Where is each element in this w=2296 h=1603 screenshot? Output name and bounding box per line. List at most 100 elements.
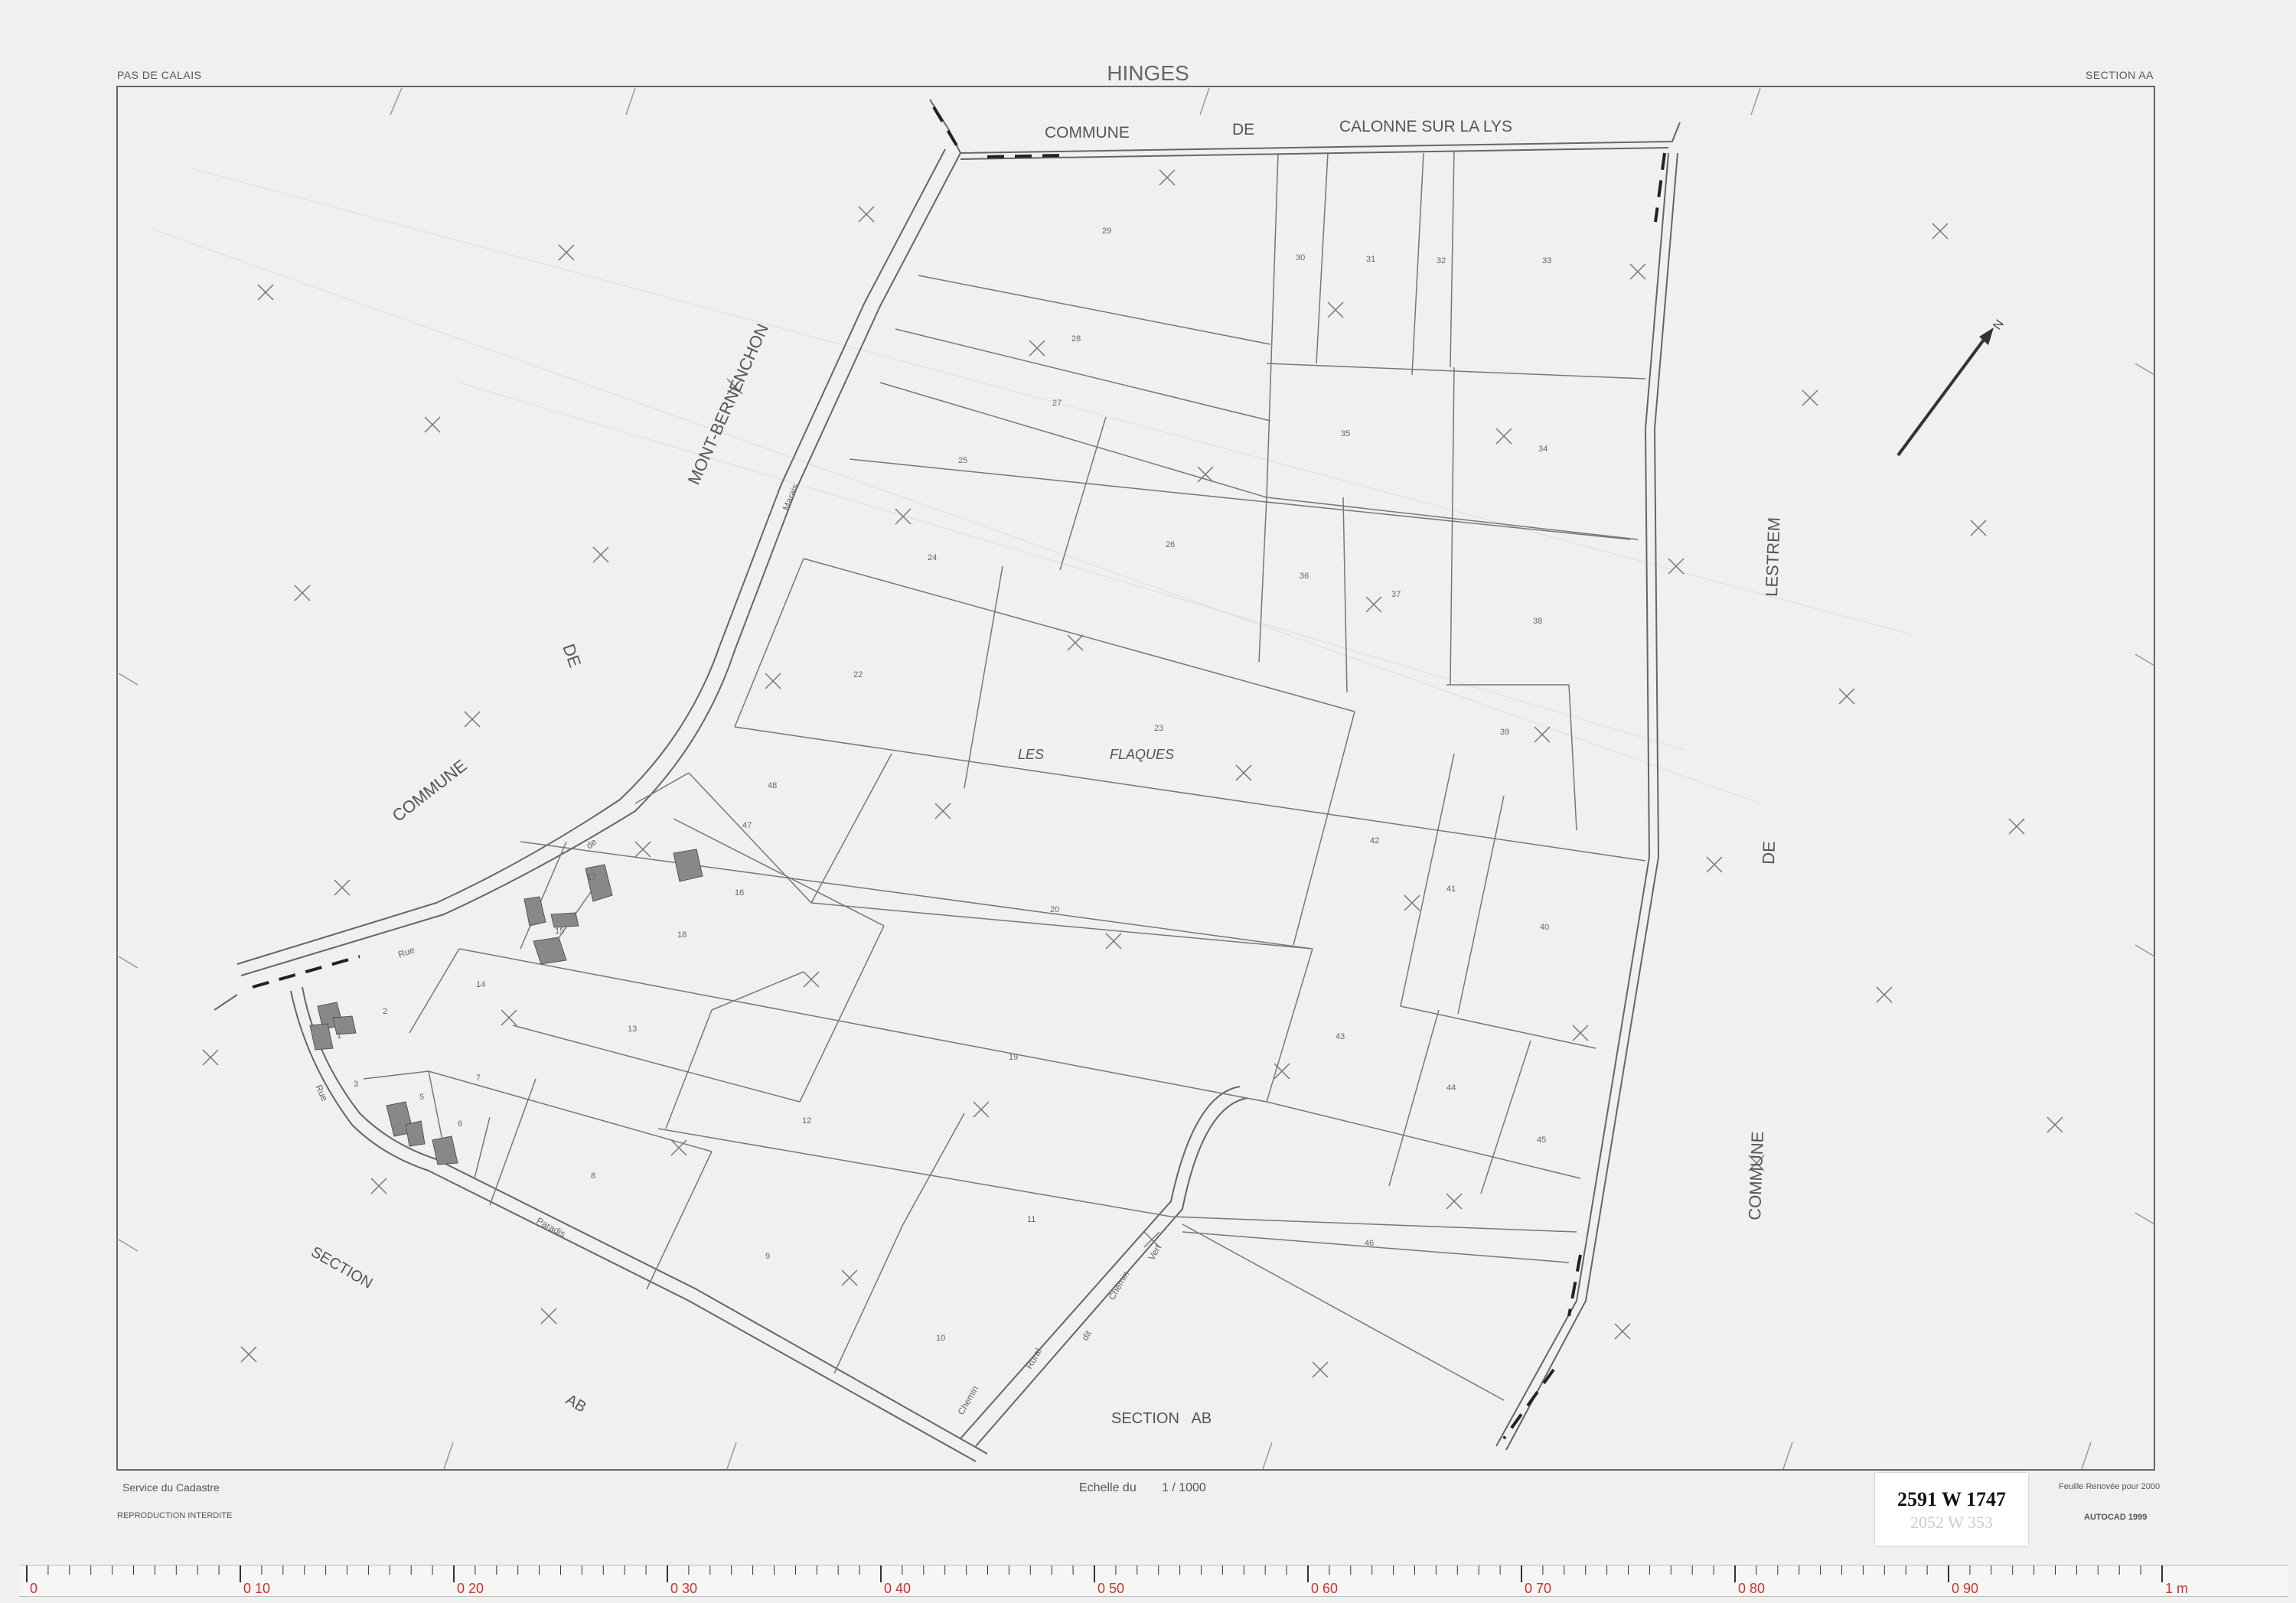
building (405, 1120, 426, 1147)
archive-label-sub: 2052 W 353 (1910, 1513, 1993, 1532)
ruler-label: 0 70 (1525, 1581, 1551, 1596)
ruler-label: 0 30 (670, 1581, 697, 1596)
section-ab-left-1: SECTION (308, 1243, 376, 1292)
lestrem-label-2: DE (1759, 841, 1779, 865)
ruler-label: 0 90 (1952, 1581, 1978, 1596)
parcel-number: 16 (735, 888, 744, 898)
rue-label-2: de (584, 836, 598, 851)
mont-label-1: COMMUNE (389, 756, 471, 826)
parcel-number: 13 (628, 1025, 637, 1034)
parcel-number: 18 (677, 930, 687, 940)
ruler-label: 1 m (2165, 1581, 2188, 1596)
ruler-label: 0 40 (884, 1581, 911, 1596)
parcel-numbers: 1 2 3 5 6 7 8 9 10 11 12 13 14 15 16 17 … (337, 226, 1551, 1343)
parcel-number: 47 (742, 821, 752, 830)
feuille-renovee-label: Feuille Renovée pour 2000 (2059, 1482, 2161, 1491)
lestrem-label-3: LESTREM (1762, 516, 1784, 597)
parcel-number: 35 (1341, 429, 1350, 438)
parcel-number: 27 (1052, 399, 1062, 408)
north-arrow-icon: N (1896, 318, 2007, 457)
parcel-number: 10 (936, 1334, 945, 1343)
parcel-number: 14 (476, 980, 485, 989)
parcel-number: 45 (1537, 1135, 1546, 1145)
archive-label-main: 2591 W 1747 (1896, 1488, 2007, 1510)
parcel-number: 7 (476, 1074, 481, 1083)
parcel-number: 23 (1154, 724, 1163, 733)
archive-label: 2591 W 1747 2052 W 353 (1875, 1473, 2028, 1546)
building (585, 864, 613, 902)
ruler-label: 0 20 (457, 1581, 484, 1596)
service-cadastre-label: Service du Cadastre (122, 1481, 220, 1494)
parcel-number: 32 (1437, 256, 1446, 266)
scale-value: 1 / 1000 (1162, 1481, 1206, 1494)
cadastral-sheet: PAS DE CALAIS HINGES SECTION AA N COMMUN… (0, 0, 2296, 1603)
parcel-number: 26 (1166, 540, 1175, 549)
grid-crosses (202, 169, 2063, 1378)
calonne-label-2: DE (1232, 121, 1254, 138)
parcel-number: 1 (337, 1031, 341, 1041)
background-grid (152, 168, 1914, 804)
rue-label-1: Rue (396, 944, 416, 960)
ruler-label: 0 (30, 1581, 38, 1596)
rue-ouest-label: Rue (313, 1083, 330, 1103)
mont-label-3: MONT-BERNENCHON (684, 321, 772, 487)
lestrem-label-1: COMMUNE (1745, 1131, 1767, 1220)
north-label: N (1991, 318, 2007, 332)
scale-label: Echelle du (1079, 1481, 1137, 1494)
parcel-number: 17 (587, 873, 596, 882)
autocad-label: AUTOCAD 1999 (2084, 1513, 2148, 1522)
ruler-label: 0 10 (243, 1581, 270, 1596)
parcel-lines (363, 151, 1646, 1401)
cadastral-map: N COMMUNE DE CALONNE SUR LA LYS COMMUNE … (116, 86, 2155, 1471)
parcel-number: 22 (853, 670, 863, 679)
parcel-number: 3 (354, 1080, 358, 1089)
road-labels: Rue de Marais Rue Paradis Chemin Rural d… (313, 482, 1163, 1416)
parcel-number: 33 (1542, 256, 1551, 266)
parcel-number: 25 (958, 456, 967, 465)
ruler-ticks: 0 0 10 0 20 0 30 0 40 0 50 0 60 0 70 0 80 0 90 1 m (26, 1566, 2188, 1596)
chemin-label-2: Rural (1023, 1347, 1043, 1371)
parcel-number: 46 (1365, 1239, 1374, 1248)
calonne-label-3: CALONNE SUR LA LYS (1339, 118, 1512, 135)
buildings (309, 849, 703, 1165)
parcel-number: 20 (1050, 905, 1059, 914)
lieu-dit-1: LES (1018, 747, 1044, 762)
parcel-number: 38 (1533, 617, 1542, 626)
building (550, 912, 579, 928)
parcel-number: 40 (1540, 923, 1549, 932)
chemin-label-3: dit (1079, 1328, 1094, 1343)
measuring-ruler: 0 0 10 0 20 0 30 0 40 0 50 0 60 0 70 0 80 0 90 1 m (19, 1565, 2288, 1597)
parcel-number: 34 (1538, 445, 1548, 454)
ruler-label: 0 80 (1738, 1581, 1765, 1596)
calonne-label-1: COMMUNE (1045, 124, 1130, 142)
parcel-number: 31 (1366, 255, 1375, 264)
ruler-label: 0 50 (1097, 1581, 1124, 1596)
chemin-label-4: Chemin (1106, 1269, 1131, 1302)
parcel-number: 9 (765, 1252, 770, 1261)
parcel-number: 48 (768, 781, 777, 790)
parcel-number: 36 (1300, 572, 1309, 581)
mont-label-2: DE (559, 641, 585, 670)
lieu-dit-2: FLAQUES (1110, 747, 1174, 762)
section-ab-bottom: SECTION AB (1111, 1410, 1212, 1427)
reproduction-label: REPRODUCTION INTERDITE (117, 1511, 233, 1520)
parcel-number: 8 (591, 1171, 595, 1181)
parcel-number: 37 (1391, 590, 1401, 599)
parcel-number: 12 (802, 1116, 811, 1126)
parcel-number: 41 (1446, 885, 1456, 894)
chemin-label-5: Vert (1146, 1242, 1163, 1262)
parcel-number: 24 (928, 553, 937, 562)
parcel-number: 6 (458, 1119, 462, 1129)
building (673, 849, 703, 882)
chemin-label-1: Chemin (955, 1384, 980, 1417)
parcel-number: 39 (1500, 728, 1509, 737)
building (523, 896, 546, 927)
parcel-number: 30 (1296, 253, 1305, 262)
section-ab-left-2: AB (563, 1391, 589, 1416)
parcel-number: 43 (1336, 1032, 1345, 1041)
rue-label-3: Marais (781, 482, 801, 512)
parcel-number: 11 (1027, 1215, 1035, 1224)
parcel-number: 15 (555, 927, 564, 936)
parcel-number: 2 (383, 1007, 387, 1016)
parcel-number: 28 (1071, 334, 1081, 344)
